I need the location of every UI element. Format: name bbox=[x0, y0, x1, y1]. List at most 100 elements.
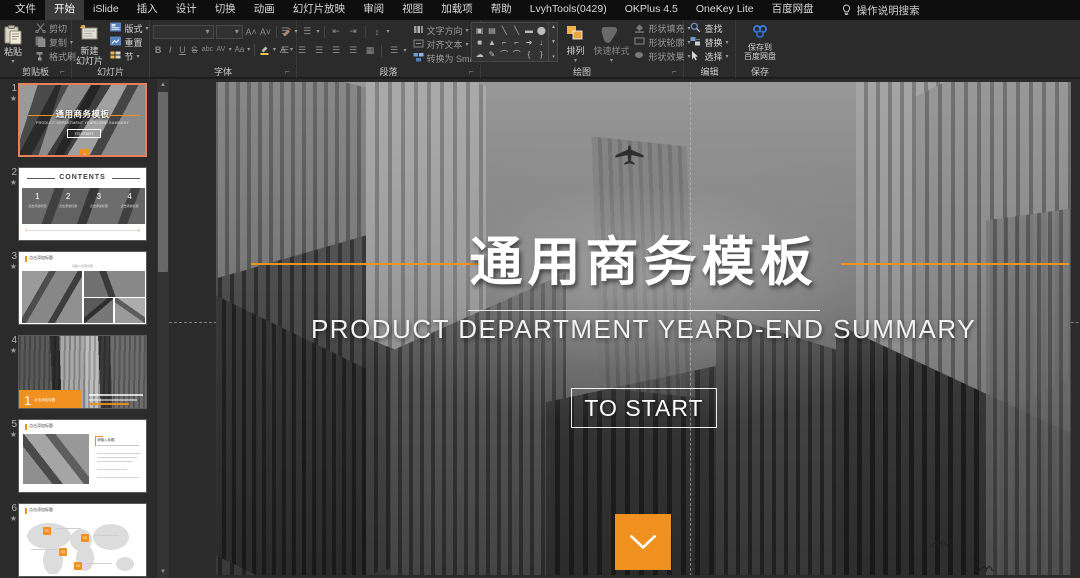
strikethrough-icon[interactable]: S bbox=[189, 43, 199, 57]
chevron-down-icon[interactable]: ▾ bbox=[466, 39, 469, 51]
menu-tab-file[interactable]: 文件 bbox=[6, 0, 45, 20]
shape-elbow2-icon[interactable]: ⌐ bbox=[510, 36, 522, 48]
menu-tab-onekeylite[interactable]: OneKey Lite bbox=[687, 0, 763, 20]
shapes-gallery-scroll[interactable]: ▲ ▼ ▾ bbox=[549, 22, 559, 62]
shape-arc-icon[interactable]: ⌒ bbox=[510, 48, 522, 60]
layout-button[interactable]: 版式 ▾ bbox=[108, 22, 150, 36]
menu-tab-home[interactable]: 开始 bbox=[45, 0, 84, 20]
chevron-down-icon[interactable]: ▾ bbox=[610, 56, 613, 66]
thumbnail-scrollbar[interactable]: ▲ ▼ bbox=[157, 79, 169, 578]
gallery-up-icon[interactable]: ▲ bbox=[551, 24, 556, 30]
thumbnail-canvas[interactable]: 1 点击添加标题 bbox=[18, 335, 147, 409]
menu-tab-islide[interactable]: iSlide bbox=[84, 0, 128, 20]
menu-tab-design[interactable]: 设计 bbox=[167, 0, 206, 20]
menu-tab-addins[interactable]: 加载项 bbox=[432, 0, 482, 20]
reset-button[interactable]: 重置 bbox=[108, 36, 150, 50]
shape-rectangle-icon[interactable]: ▬ bbox=[523, 24, 535, 36]
shape-oval-icon[interactable]: ⬤ bbox=[535, 24, 547, 36]
align-left-icon[interactable]: ☰ bbox=[277, 44, 292, 58]
vertical-guide[interactable] bbox=[690, 82, 691, 575]
paste-button[interactable]: 粘贴 ▾ bbox=[0, 22, 33, 67]
slide-edit-area[interactable]: 通用商务模板 PRODUCT DEPARTMENT YEARD-END SUMM… bbox=[169, 79, 1080, 578]
quick-styles-button[interactable]: 快速样式 ▾ bbox=[592, 22, 630, 66]
tell-me-search[interactable]: 操作说明搜索 bbox=[841, 3, 920, 18]
shape-cloud-icon[interactable]: ☁ bbox=[473, 48, 485, 60]
find-button[interactable]: 查找 bbox=[688, 22, 730, 36]
thumbnail-canvas[interactable]: 通用商务模板 PRODUCT DEPARTMENT YEARD-END SUMM… bbox=[18, 83, 147, 157]
align-center-icon[interactable]: ☰ bbox=[294, 44, 309, 58]
shape-arrow-line-icon[interactable]: ╲ bbox=[510, 24, 522, 36]
scrollbar-thumb[interactable] bbox=[158, 92, 168, 272]
menu-tab-view[interactable]: 视图 bbox=[393, 0, 432, 20]
increase-indent-icon[interactable]: ⇥ bbox=[346, 25, 361, 39]
shape-brace-left-icon[interactable]: { bbox=[523, 48, 535, 60]
italic-icon[interactable]: I bbox=[165, 43, 175, 57]
distribute-icon[interactable]: ☰ bbox=[345, 44, 360, 58]
shape-square-icon[interactable]: ■ bbox=[473, 36, 485, 48]
replace-button[interactable]: 替换 ▾ bbox=[688, 36, 730, 50]
chevron-down-icon[interactable]: ▾ bbox=[726, 51, 729, 63]
drawing-dialog-launcher[interactable]: ⌐ bbox=[672, 68, 680, 76]
numbered-list-icon[interactable]: ☰ bbox=[300, 25, 315, 39]
new-slide-button[interactable]: 新建 幻灯片 bbox=[70, 22, 108, 66]
chevron-down-icon[interactable]: ▾ bbox=[726, 37, 729, 49]
decrease-indent-icon[interactable]: ⇤ bbox=[329, 25, 344, 39]
thumbnail-canvas[interactable]: CONTENTS 1 2 3 4 点击添加标题 点击添加标题 点击添加标题 点击… bbox=[18, 167, 147, 241]
thumbnail-canvas[interactable]: 点击添加标题 请输入标题内容 bbox=[18, 251, 147, 325]
chevron-down-icon[interactable]: ▾ bbox=[11, 57, 14, 67]
menu-tab-transitions[interactable]: 切换 bbox=[206, 0, 245, 20]
bullet-list-icon[interactable]: ☰ bbox=[277, 25, 292, 39]
menu-tab-okplus[interactable]: OKPlus 4.5 bbox=[616, 0, 687, 20]
shrink-font-icon[interactable]: A˅ bbox=[259, 25, 271, 39]
slide-canvas[interactable]: 通用商务模板 PRODUCT DEPARTMENT YEARD-END SUMM… bbox=[216, 82, 1071, 575]
shape-arrow-down-icon[interactable]: ↓ bbox=[535, 36, 547, 48]
chevron-down-icon[interactable]: ▾ bbox=[466, 25, 469, 37]
save-to-baidu-netdisk-button[interactable]: 保存到 百度网盘 bbox=[738, 22, 782, 64]
shapes-gallery[interactable]: ▣ ▤ ╲ ╲ ▬ ⬤ ■ ▲ ⌐ ⌐ ➜ ↓ ☁ ✎ ⌒ ⌒ {} bbox=[471, 22, 550, 62]
line-spacing-icon[interactable]: ↕ bbox=[370, 25, 385, 39]
chevron-down-icon[interactable]: ▾ bbox=[137, 51, 140, 63]
to-start-button[interactable]: TO START bbox=[571, 388, 717, 428]
gallery-more-icon[interactable]: ▾ bbox=[552, 54, 555, 60]
text-shadow-icon[interactable]: abc bbox=[202, 43, 214, 57]
chevron-down-icon[interactable]: ▾ bbox=[146, 23, 149, 35]
slide-subtitle[interactable]: PRODUCT DEPARTMENT YEARD-END SUMMARY bbox=[216, 314, 1071, 345]
shape-scribble-icon[interactable]: ✎ bbox=[486, 48, 498, 60]
slide-title-block[interactable]: 通用商务模板 bbox=[216, 232, 1071, 294]
menu-tab-review[interactable]: 审阅 bbox=[354, 0, 393, 20]
thumbnail-canvas[interactable]: 点击添加标题 请输入标题 bbox=[18, 419, 147, 493]
gallery-down-icon[interactable]: ▼ bbox=[551, 39, 556, 45]
chevron-down-icon[interactable]: ▾ bbox=[574, 56, 577, 66]
shape-elbow-icon[interactable]: ⌐ bbox=[498, 36, 510, 48]
shape-rect-recent-icon[interactable]: ▣ bbox=[473, 24, 485, 36]
grow-font-icon[interactable]: A˄ bbox=[245, 25, 257, 39]
chevron-down-button[interactable] bbox=[615, 514, 671, 570]
menu-tab-slideshow[interactable]: 幻灯片放映 bbox=[284, 0, 355, 20]
section-button[interactable]: 节 ▾ bbox=[108, 50, 150, 64]
shape-triangle-icon[interactable]: ▲ bbox=[486, 36, 498, 48]
scroll-up-arrow-icon[interactable]: ▲ bbox=[157, 79, 169, 91]
justify-icon[interactable]: ☰ bbox=[328, 44, 343, 58]
paragraph-dialog-launcher[interactable]: ⌐ bbox=[469, 68, 477, 76]
underline-icon[interactable]: U bbox=[177, 43, 187, 57]
shape-curve-icon[interactable]: ⌒ bbox=[498, 48, 510, 60]
menu-tab-animations[interactable]: 动画 bbox=[245, 0, 284, 20]
font-name-combo[interactable]: ▾ bbox=[153, 24, 214, 39]
thumbnail-canvas[interactable]: 点击添加标题 01 02 03 04 bbox=[18, 503, 147, 577]
shape-arrow-right-icon[interactable]: ➜ bbox=[523, 36, 535, 48]
text-highlight-icon[interactable] bbox=[259, 43, 271, 57]
menu-tab-insert[interactable]: 插入 bbox=[128, 0, 167, 20]
scroll-down-arrow-icon[interactable]: ▼ bbox=[157, 566, 169, 578]
shape-textbox-icon[interactable]: ▤ bbox=[486, 24, 498, 36]
arrange-button[interactable]: 排列 ▾ bbox=[558, 22, 592, 66]
font-size-combo[interactable]: ▾ bbox=[215, 24, 243, 39]
character-spacing-icon[interactable]: AV bbox=[215, 43, 227, 57]
menu-tab-help[interactable]: 帮助 bbox=[482, 0, 521, 20]
slide-thumbnail-pane[interactable]: 1 ★ 通用商务模板 PRODUCT DEPARTMENT YEARD-END … bbox=[0, 79, 157, 578]
menu-tab-baidu-netdisk[interactable]: 百度网盘 bbox=[763, 0, 823, 20]
align-right-icon[interactable]: ☰ bbox=[311, 44, 326, 58]
change-case-icon[interactable]: Aa bbox=[234, 43, 246, 57]
shape-line-icon[interactable]: ╲ bbox=[498, 24, 510, 36]
menu-tab-lvyhtools[interactable]: LvyhTools(0429) bbox=[521, 0, 616, 20]
clipboard-dialog-launcher[interactable]: ⌐ bbox=[60, 68, 68, 76]
